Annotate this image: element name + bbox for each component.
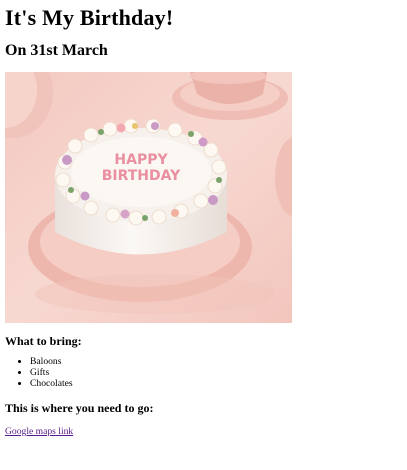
page: It's My Birthday! On 31st March HAPPY BI… [0,7,407,439]
google-maps-link[interactable]: Google maps link [5,426,73,437]
list-item: Gifts [30,367,402,378]
page-title: It's My Birthday! [5,5,174,30]
cake-text-birthday: BIRTHDAY [102,168,181,184]
list-item: Baloons [30,356,402,367]
what-to-bring-heading: What to bring: [5,334,82,348]
birthday-cake-image: HAPPY BIRTHDAY [5,72,292,323]
date-heading: On 31st March [5,42,108,59]
list-item: Chocolates [30,378,402,389]
cake-text-happy: HAPPY [114,152,168,168]
location-heading: This is where you need to go: [5,401,154,415]
bring-list: Baloons Gifts Chocolates [5,356,402,389]
